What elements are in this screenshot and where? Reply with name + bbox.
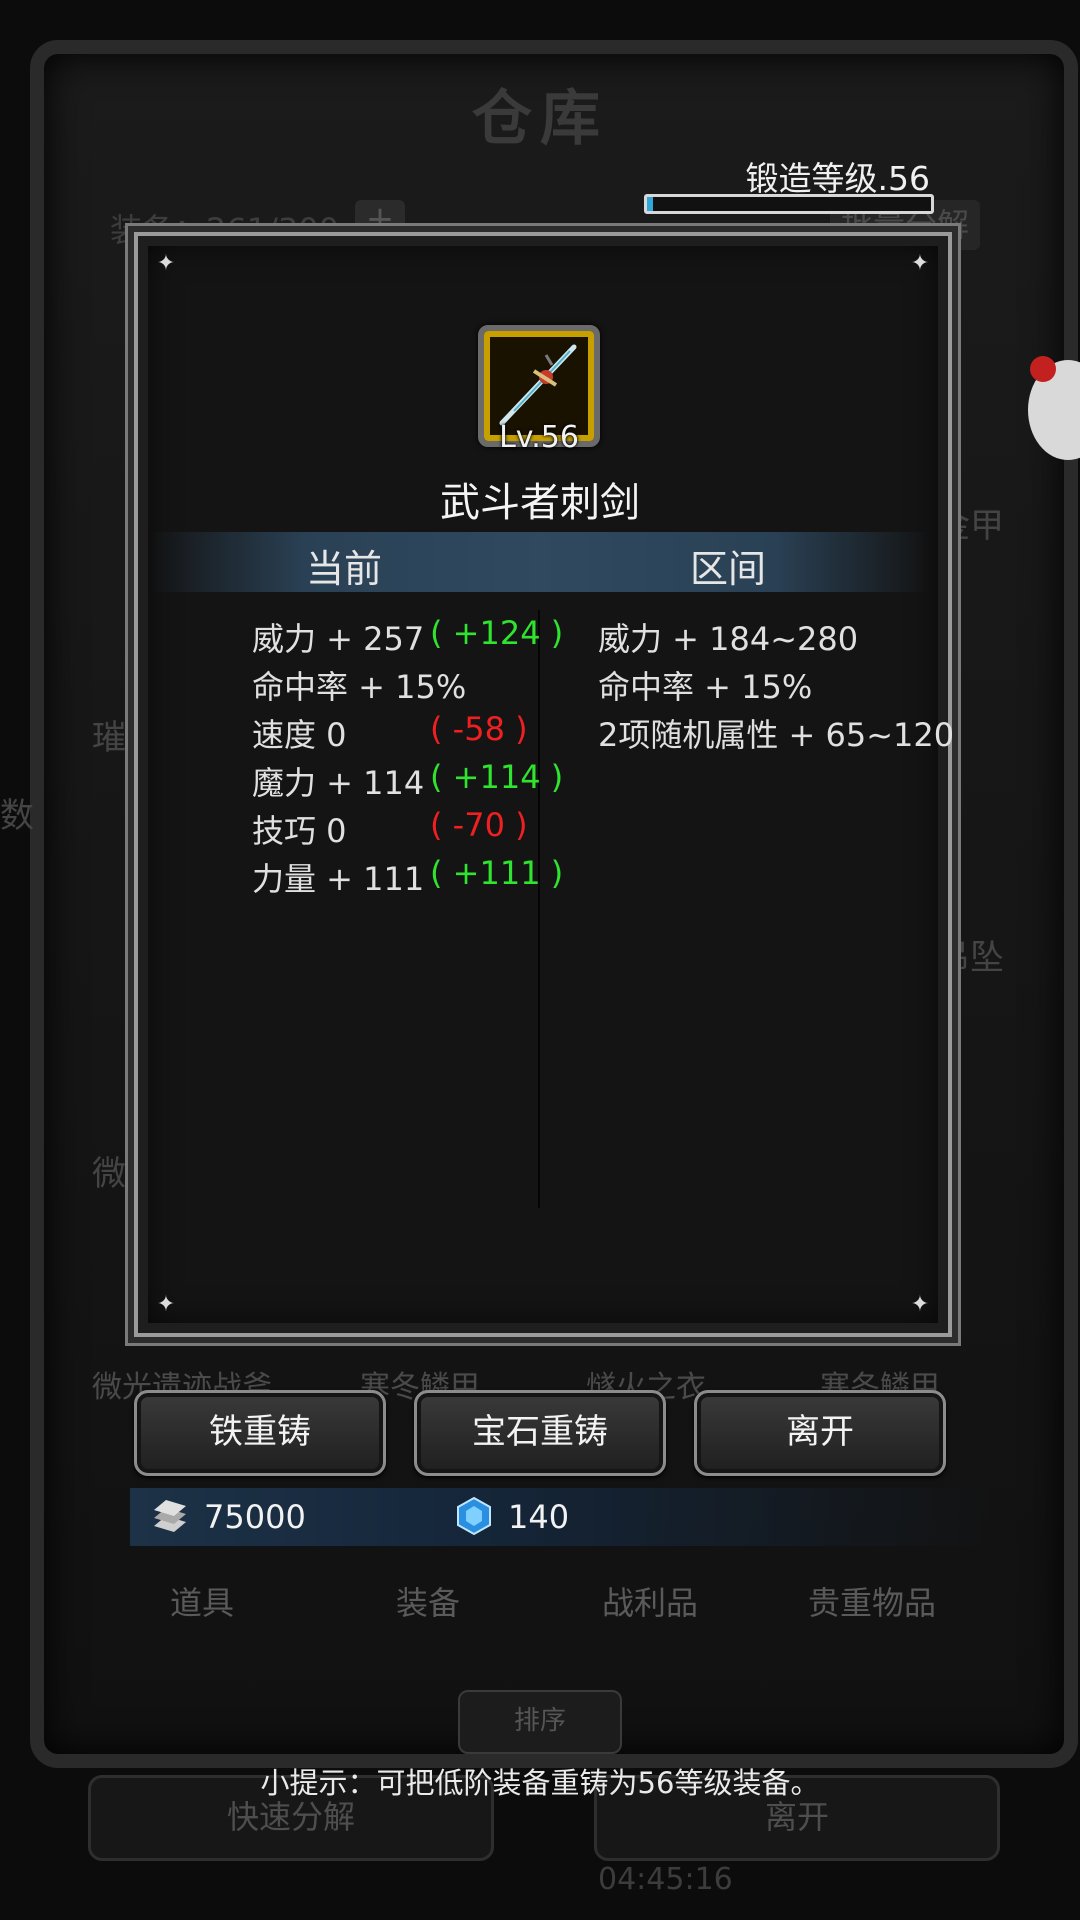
gem-amount: 140 [508,1498,570,1536]
tab-equipment[interactable]: 装备 [396,1578,460,1624]
iron-amount: 75000 [204,1498,306,1536]
forge-progress-fill [647,197,653,211]
current-stat: 速度 0 [252,716,347,754]
current-stat: 魔力 + 114 [252,764,425,802]
gem-icon [457,1496,491,1536]
item-level: Lv.56 [499,420,579,455]
stat-diff: ( +111 ) [430,854,564,892]
column-divider [538,610,540,1208]
sparkle-icon: ✦ [910,251,930,276]
current-header: 当前 [306,547,383,591]
forge-progress-bar [644,194,934,214]
item-name: 武斗者刺剑 [440,480,640,526]
tab-items[interactable]: 道具 [170,1578,234,1624]
leave-button[interactable]: 离开 [694,1390,946,1476]
stat-diff: ( +114 ) [430,758,564,796]
warehouse-title: 仓库 [472,84,608,154]
current-stat: 技巧 0 [252,812,347,850]
iron-ingot-icon [154,1500,186,1532]
current-stat: 命中率 + 15% [252,668,467,706]
timer-text: 04:45:16 [598,1862,733,1897]
stat-diff: ( -58 ) [430,710,528,748]
forge-level-label: 锻造等级.56 [745,159,930,198]
range-stat: 命中率 + 15% [598,668,813,706]
stat-diff: ( -70 ) [430,806,528,844]
current-stat: 力量 + 111 [252,860,425,898]
range-stat: 2项随机属性 + 65~120 [598,716,955,754]
stat-diff: ( +124 ) [430,614,564,652]
notification-dot [1030,356,1056,382]
sparkle-icon: ✦ [156,1292,176,1317]
tab-valuables[interactable]: 贵重物品 [808,1578,936,1624]
hint-text: 小提示：可把低阶装备重铸为56等级装备。 [260,1766,820,1800]
stats-header-band [150,532,930,592]
gem-recast-button[interactable]: 宝石重铸 [414,1390,666,1476]
range-stat: 威力 + 184~280 [598,620,859,658]
sparkle-icon: ✦ [910,1292,930,1317]
tab-loot[interactable]: 战利品 [602,1578,698,1624]
iron-recast-button[interactable]: 铁重铸 [134,1390,386,1476]
range-header: 区间 [690,547,767,591]
current-stat: 威力 + 257 [252,620,425,658]
sort-button[interactable]: 排序 [458,1690,622,1754]
sparkle-icon: ✦ [156,251,176,276]
bg-item-label: 数 [0,796,34,836]
